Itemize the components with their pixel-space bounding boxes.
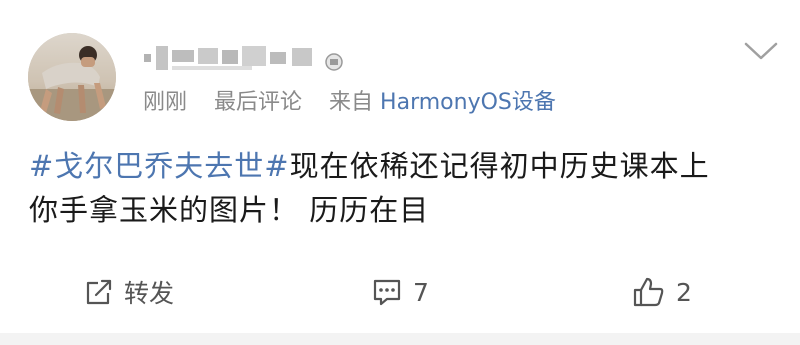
post-text-line2: 你手拿玉米的图片！ 历历在目 [29,193,430,227]
thumbs-up-icon [632,276,666,308]
post-meta: 刚刚 最后评论 来自 HarmonyOS设备 [143,88,556,118]
avatar[interactable] [28,33,116,121]
comment-count: 7 [413,277,429,307]
weibo-post-card: 刚刚 最后评论 来自 HarmonyOS设备 #戈尔巴乔夫去世#现在依稀还记得初… [0,0,800,333]
topic-link[interactable]: #戈尔巴乔夫去世# [29,149,290,183]
post-source-prefix: 来自 [329,90,374,115]
repost-button[interactable]: 转发 [84,272,174,312]
comment-button[interactable]: 7 [371,272,429,312]
repost-label: 转发 [124,279,175,308]
comment-icon [371,277,403,307]
post-text-line1: 现在依稀还记得初中历史课本上 [289,149,710,183]
post-source-device[interactable]: HarmonyOS设备 [380,90,556,115]
post-sort-label: 最后评论 [214,90,303,115]
username-blurred[interactable] [142,40,352,76]
badge-icon [325,53,343,71]
post-body: #戈尔巴乔夫去世#现在依稀还记得初中历史课本上 你手拿玉米的图片！ 历历在目 [29,144,779,232]
like-count: 2 [676,277,692,307]
share-icon [84,277,114,307]
more-button[interactable] [742,38,780,64]
chevron-down-icon [744,42,778,60]
post-time: 刚刚 [143,90,188,115]
like-button[interactable]: 2 [632,272,692,312]
